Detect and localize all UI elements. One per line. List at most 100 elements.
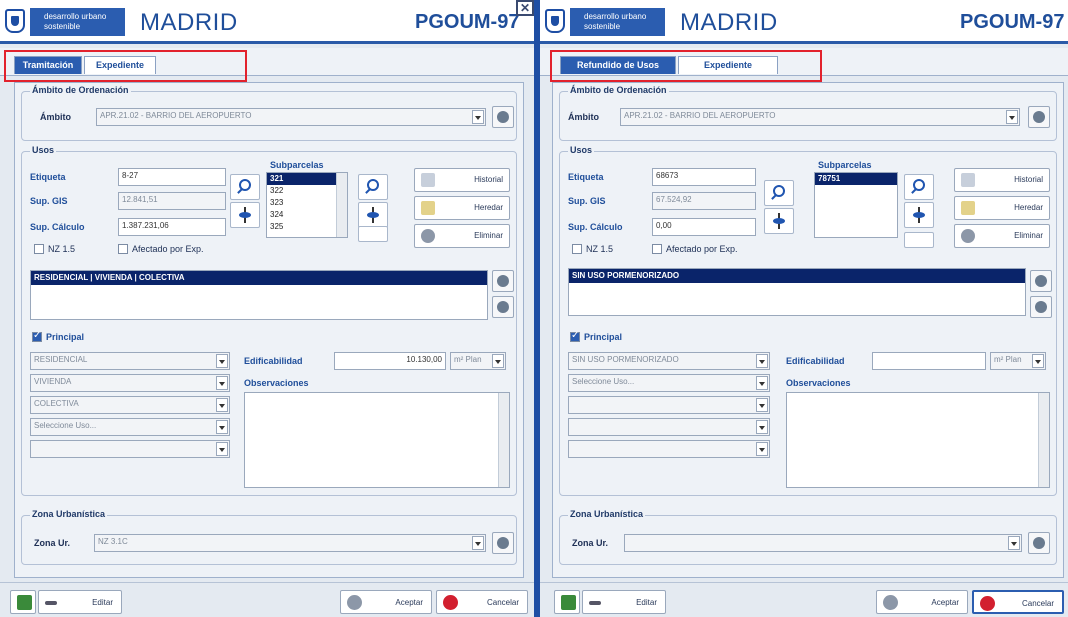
observaciones-textarea[interactable] xyxy=(244,392,510,488)
search-etiqueta-button[interactable] xyxy=(764,180,794,206)
chevron-down-icon[interactable] xyxy=(756,442,768,456)
sup-gis-label: Sup. GIS xyxy=(30,196,68,206)
principal-checkbox[interactable] xyxy=(32,330,42,342)
calculator-button[interactable] xyxy=(10,590,36,614)
sup-calculo-input[interactable]: 1.387.231,06 xyxy=(118,218,226,236)
eliminar-button[interactable]: Eliminar xyxy=(414,224,510,248)
scrollbar[interactable] xyxy=(498,393,509,487)
chevron-down-icon[interactable] xyxy=(756,376,768,390)
usos-list[interactable]: RESIDENCIAL | VIVIENDA | COLECTIVA xyxy=(30,270,488,320)
heredar-button[interactable]: Heredar xyxy=(954,196,1050,220)
list-item[interactable]: RESIDENCIAL | VIVIENDA | COLECTIVA xyxy=(31,271,487,285)
eliminar-button[interactable]: Eliminar xyxy=(954,224,1050,248)
chevron-down-icon[interactable] xyxy=(1032,354,1044,368)
chevron-down-icon[interactable] xyxy=(756,398,768,412)
list-item[interactable]: 324 xyxy=(267,209,347,221)
uso-combo-5[interactable] xyxy=(30,440,230,458)
chevron-down-icon[interactable] xyxy=(1006,110,1018,124)
app-header: desarrollo urbano sostenible MADRID PGOUM… xyxy=(0,0,534,44)
principal-checkbox[interactable] xyxy=(570,330,580,342)
add-uso-button[interactable] xyxy=(1030,270,1052,292)
nz-checkbox[interactable] xyxy=(572,244,582,254)
afectado-checkbox[interactable] xyxy=(118,244,128,254)
chevron-down-icon[interactable] xyxy=(216,420,228,434)
sup-gis-input[interactable]: 67.524,92 xyxy=(652,192,756,210)
ambito-select[interactable]: APR.21.02 - BARRIO DEL AEROPUERTO xyxy=(96,108,486,126)
footprints-button[interactable] xyxy=(904,232,934,248)
zona-select[interactable] xyxy=(624,534,1022,552)
chevron-down-icon[interactable] xyxy=(1008,536,1020,550)
chevron-down-icon[interactable] xyxy=(216,376,228,390)
locate-button[interactable] xyxy=(230,202,260,228)
list-item[interactable]: SIN USO PORMENORIZADO xyxy=(569,269,1025,283)
footprints-button[interactable] xyxy=(358,226,388,242)
chevron-down-icon[interactable] xyxy=(756,420,768,434)
unit-select[interactable]: m² Plan xyxy=(450,352,506,370)
zona-map-button[interactable] xyxy=(492,532,514,554)
afectado-checkbox[interactable] xyxy=(652,244,662,254)
uso-combo-4[interactable]: Seleccione Uso... xyxy=(30,418,230,436)
uso-combo-1[interactable]: RESIDENCIAL xyxy=(30,352,230,370)
ambito-map-button[interactable] xyxy=(492,106,514,128)
ambito-value: APR.21.02 - BARRIO DEL AEROPUERTO xyxy=(100,111,252,120)
list-item[interactable]: 78751 xyxy=(815,173,897,185)
search-subparcela-button[interactable] xyxy=(358,174,388,200)
subparcelas-list[interactable]: 78751 xyxy=(814,172,898,238)
sup-calculo-input[interactable]: 0,00 xyxy=(652,218,756,236)
nz-checkbox[interactable] xyxy=(34,244,44,254)
unit-select[interactable]: m² Plan xyxy=(990,352,1046,370)
ambito-select[interactable]: APR.21.02 - BARRIO DEL AEROPUERTO xyxy=(620,108,1020,126)
list-item[interactable]: 323 xyxy=(267,197,347,209)
cancelar-button[interactable]: Cancelar xyxy=(436,590,528,614)
heredar-button[interactable]: Heredar xyxy=(414,196,510,220)
etiqueta-input[interactable]: 68673 xyxy=(652,168,756,186)
scrollbar[interactable] xyxy=(336,173,347,237)
usos-list[interactable]: SIN USO PORMENORIZADO xyxy=(568,268,1026,316)
aceptar-button[interactable]: Aceptar xyxy=(876,590,968,614)
search-etiqueta-button[interactable] xyxy=(230,174,260,200)
uso-combo-3[interactable]: COLECTIVA xyxy=(30,396,230,414)
search-subparcela-button[interactable] xyxy=(904,174,934,200)
remove-uso-button[interactable] xyxy=(1030,296,1052,318)
cancelar-button[interactable]: Cancelar xyxy=(972,590,1064,614)
zona-select[interactable]: NZ 3.1C xyxy=(94,534,486,552)
list-item[interactable]: 322 xyxy=(267,185,347,197)
zona-map-button[interactable] xyxy=(1028,532,1050,554)
list-item[interactable]: 325 xyxy=(267,221,347,233)
calculator-button[interactable] xyxy=(554,590,580,614)
historial-button[interactable]: Historial xyxy=(414,168,510,192)
list-item[interactable]: 321 xyxy=(267,173,347,185)
chevron-down-icon[interactable] xyxy=(216,442,228,456)
ambito-map-button[interactable] xyxy=(1028,106,1050,128)
observaciones-textarea[interactable] xyxy=(786,392,1050,488)
scrollbar[interactable] xyxy=(1038,393,1049,487)
subparcelas-list[interactable]: 321 322 323 324 325 xyxy=(266,172,348,238)
uso-combo-4[interactable] xyxy=(568,418,770,436)
uso-combo-5[interactable] xyxy=(568,440,770,458)
chevron-down-icon[interactable] xyxy=(472,536,484,550)
chevron-down-icon[interactable] xyxy=(216,398,228,412)
editar-button[interactable]: Editar xyxy=(582,590,666,614)
uso-combo-1[interactable]: SIN USO PORMENORIZADO xyxy=(568,352,770,370)
locate-subparcela-button[interactable] xyxy=(904,202,934,228)
editar-button[interactable]: Editar xyxy=(38,590,122,614)
add-uso-button[interactable] xyxy=(492,270,514,292)
edificabilidad-input[interactable] xyxy=(872,352,986,370)
edificabilidad-input[interactable]: 10.130,00 xyxy=(334,352,446,370)
chevron-down-icon[interactable] xyxy=(216,354,228,368)
ambito-value: APR.21.02 - BARRIO DEL AEROPUERTO xyxy=(624,111,776,120)
locate-button[interactable] xyxy=(764,208,794,234)
chevron-down-icon[interactable] xyxy=(492,354,504,368)
chevron-down-icon[interactable] xyxy=(472,110,484,124)
uso-combo-2[interactable]: VIVIENDA xyxy=(30,374,230,392)
locate-subparcela-button[interactable] xyxy=(358,202,388,228)
aceptar-button[interactable]: Aceptar xyxy=(340,590,432,614)
etiqueta-input[interactable]: 8-27 xyxy=(118,168,226,186)
uso-combo-2[interactable]: Seleccione Uso... xyxy=(568,374,770,392)
remove-uso-button[interactable] xyxy=(492,296,514,318)
chevron-down-icon[interactable] xyxy=(756,354,768,368)
historial-button[interactable]: Historial xyxy=(954,168,1050,192)
uso-combo-3[interactable] xyxy=(568,396,770,414)
sup-gis-input[interactable]: 12.841,51 xyxy=(118,192,226,210)
close-icon[interactable]: ✕ xyxy=(516,0,534,16)
